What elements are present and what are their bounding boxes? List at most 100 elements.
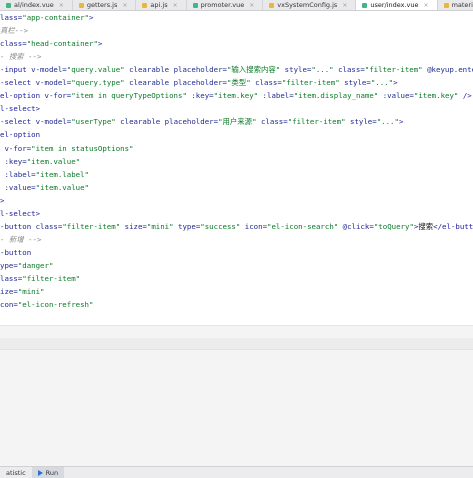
code-token: icon= (240, 221, 268, 231)
close-tab-icon[interactable]: × (424, 2, 429, 9)
editor-tab[interactable]: user/index.vue × (356, 0, 438, 10)
code-token: "filter-item" (62, 221, 121, 231)
code-token: </el-button> (433, 221, 473, 231)
code-token: ype= (0, 260, 18, 270)
code-token: "filter-item" (287, 117, 346, 127)
close-tab-icon[interactable]: × (342, 2, 347, 9)
code-token: "item in queryTypeOptions" (71, 91, 187, 101)
code-token: "filter-item" (364, 65, 423, 75)
vue-icon (6, 2, 11, 8)
code-token: > (97, 39, 103, 49)
code-token: "类型" (226, 78, 251, 88)
code-token: :key= (186, 91, 214, 101)
js-icon (78, 2, 84, 8)
run-icon (37, 469, 43, 476)
code-token: v-for= (0, 143, 32, 153)
code-token: > (89, 13, 94, 22)
code-token: v-model= (31, 65, 67, 75)
run-tool-button[interactable]: Run (31, 467, 65, 478)
code-token: @keyup.enter.n (427, 65, 473, 75)
editor-tab[interactable]: api.js × (136, 0, 187, 10)
editor-tab-label: material.js (451, 1, 473, 9)
code-token: "item.display_name" (293, 91, 379, 101)
code-token: > (0, 195, 5, 205)
code-token: "query.type" (71, 78, 125, 88)
js-icon (269, 2, 275, 8)
code-token: "el-icon-refresh" (17, 300, 94, 310)
editor-tab[interactable]: promoter.vue × (187, 0, 264, 10)
code-token: l-select> (0, 208, 41, 218)
code-token: "item.value" (26, 156, 81, 166)
editor-tab-label: getters.js (86, 1, 118, 9)
editor-tab[interactable]: material.js× (438, 0, 473, 10)
code-token: -select (0, 117, 36, 127)
code-line: v-for="item in statusOptions" (0, 142, 134, 155)
code-token: -input (0, 65, 32, 75)
code-token: class= (35, 221, 63, 231)
code-line: -select v-model="query.type" clearable p… (0, 76, 398, 89)
close-tab-icon[interactable]: × (249, 2, 254, 9)
vue-icon (362, 2, 368, 8)
code-token: el-option (0, 130, 41, 140)
code-token: :value= (0, 182, 36, 192)
editor-tab-label: al/index.vue (14, 1, 54, 9)
code-token: "query.value" (66, 65, 125, 75)
code-token: "el-icon-search" (267, 221, 339, 231)
code-token: > (393, 78, 398, 88)
code-token: style= (345, 117, 377, 127)
code-line: -input v-model="query.value" clearable p… (0, 63, 473, 76)
code-line: - 搜索 --> (0, 50, 41, 63)
code-token: "mini" (17, 287, 45, 297)
code-token: v-model= (35, 117, 72, 127)
editor-tab-label: api.js (150, 1, 168, 9)
code-token: - 新增 --> (0, 234, 42, 244)
code-line: l-select> (0, 207, 40, 220)
run-tool-label: Run (45, 468, 59, 477)
code-token: class= (0, 39, 27, 49)
code-line: ype="danger" (0, 259, 53, 272)
code-token: "app-container" (22, 13, 89, 22)
editor-tab-label: vxSystemConfig.js (277, 1, 338, 9)
editor-tab[interactable]: al/index.vue × (0, 0, 73, 10)
code-token: "用户来源" (218, 117, 257, 127)
code-token: style= (280, 65, 312, 75)
close-tab-icon[interactable]: × (173, 2, 178, 9)
code-line: el-option v-for="item in queryTypeOption… (0, 89, 472, 102)
code-token: "item.value" (35, 182, 90, 192)
editor-tab[interactable]: vxSystemConfig.js × (263, 0, 357, 10)
code-token: v-for= (44, 91, 72, 101)
close-tab-icon[interactable]: × (122, 2, 127, 9)
code-token: "item.label" (35, 169, 90, 179)
code-line: el-option (0, 128, 40, 141)
code-token: "item.key" (213, 91, 259, 101)
code-token: "toQuery" (373, 221, 414, 231)
code-token: "item in statusOptions" (31, 143, 134, 153)
code-token: type= (173, 221, 201, 231)
statistic-tool-button[interactable]: atistic (0, 467, 32, 478)
code-token: lass= (0, 13, 23, 22)
close-tab-icon[interactable]: × (59, 2, 64, 9)
code-line: :key="item.value" (0, 155, 80, 168)
code-token: "item.key" (413, 91, 459, 101)
code-token: -button (0, 221, 36, 231)
lower-panel-header (0, 338, 473, 350)
code-token: "..." (370, 78, 394, 88)
code-token: 搜索 (418, 221, 434, 231)
code-token: size= (120, 221, 147, 231)
code-token: > (398, 117, 404, 127)
code-line: -select v-model="userType" clearable pla… (0, 115, 403, 128)
code-token: :value= (378, 91, 414, 101)
code-token: - 搜索 --> (0, 52, 42, 62)
code-line: ize="mini" (0, 285, 45, 298)
code-editor[interactable]: lass="app-container"> 真栏--> class="head-co… (0, 11, 473, 325)
code-token: -select (0, 78, 36, 88)
code-token: "head-container" (26, 39, 98, 49)
code-token: class= (333, 65, 365, 75)
js-icon (443, 2, 449, 8)
code-token: "filter-item" (22, 274, 81, 283)
bottom-tool-bar: atistic Run (0, 466, 473, 478)
code-token: l-select> (0, 104, 41, 114)
editor-tab[interactable]: getters.js × (73, 0, 137, 10)
editor-tab-label: user/index.vue (370, 1, 419, 9)
code-line: - 新增 --> (0, 233, 41, 246)
